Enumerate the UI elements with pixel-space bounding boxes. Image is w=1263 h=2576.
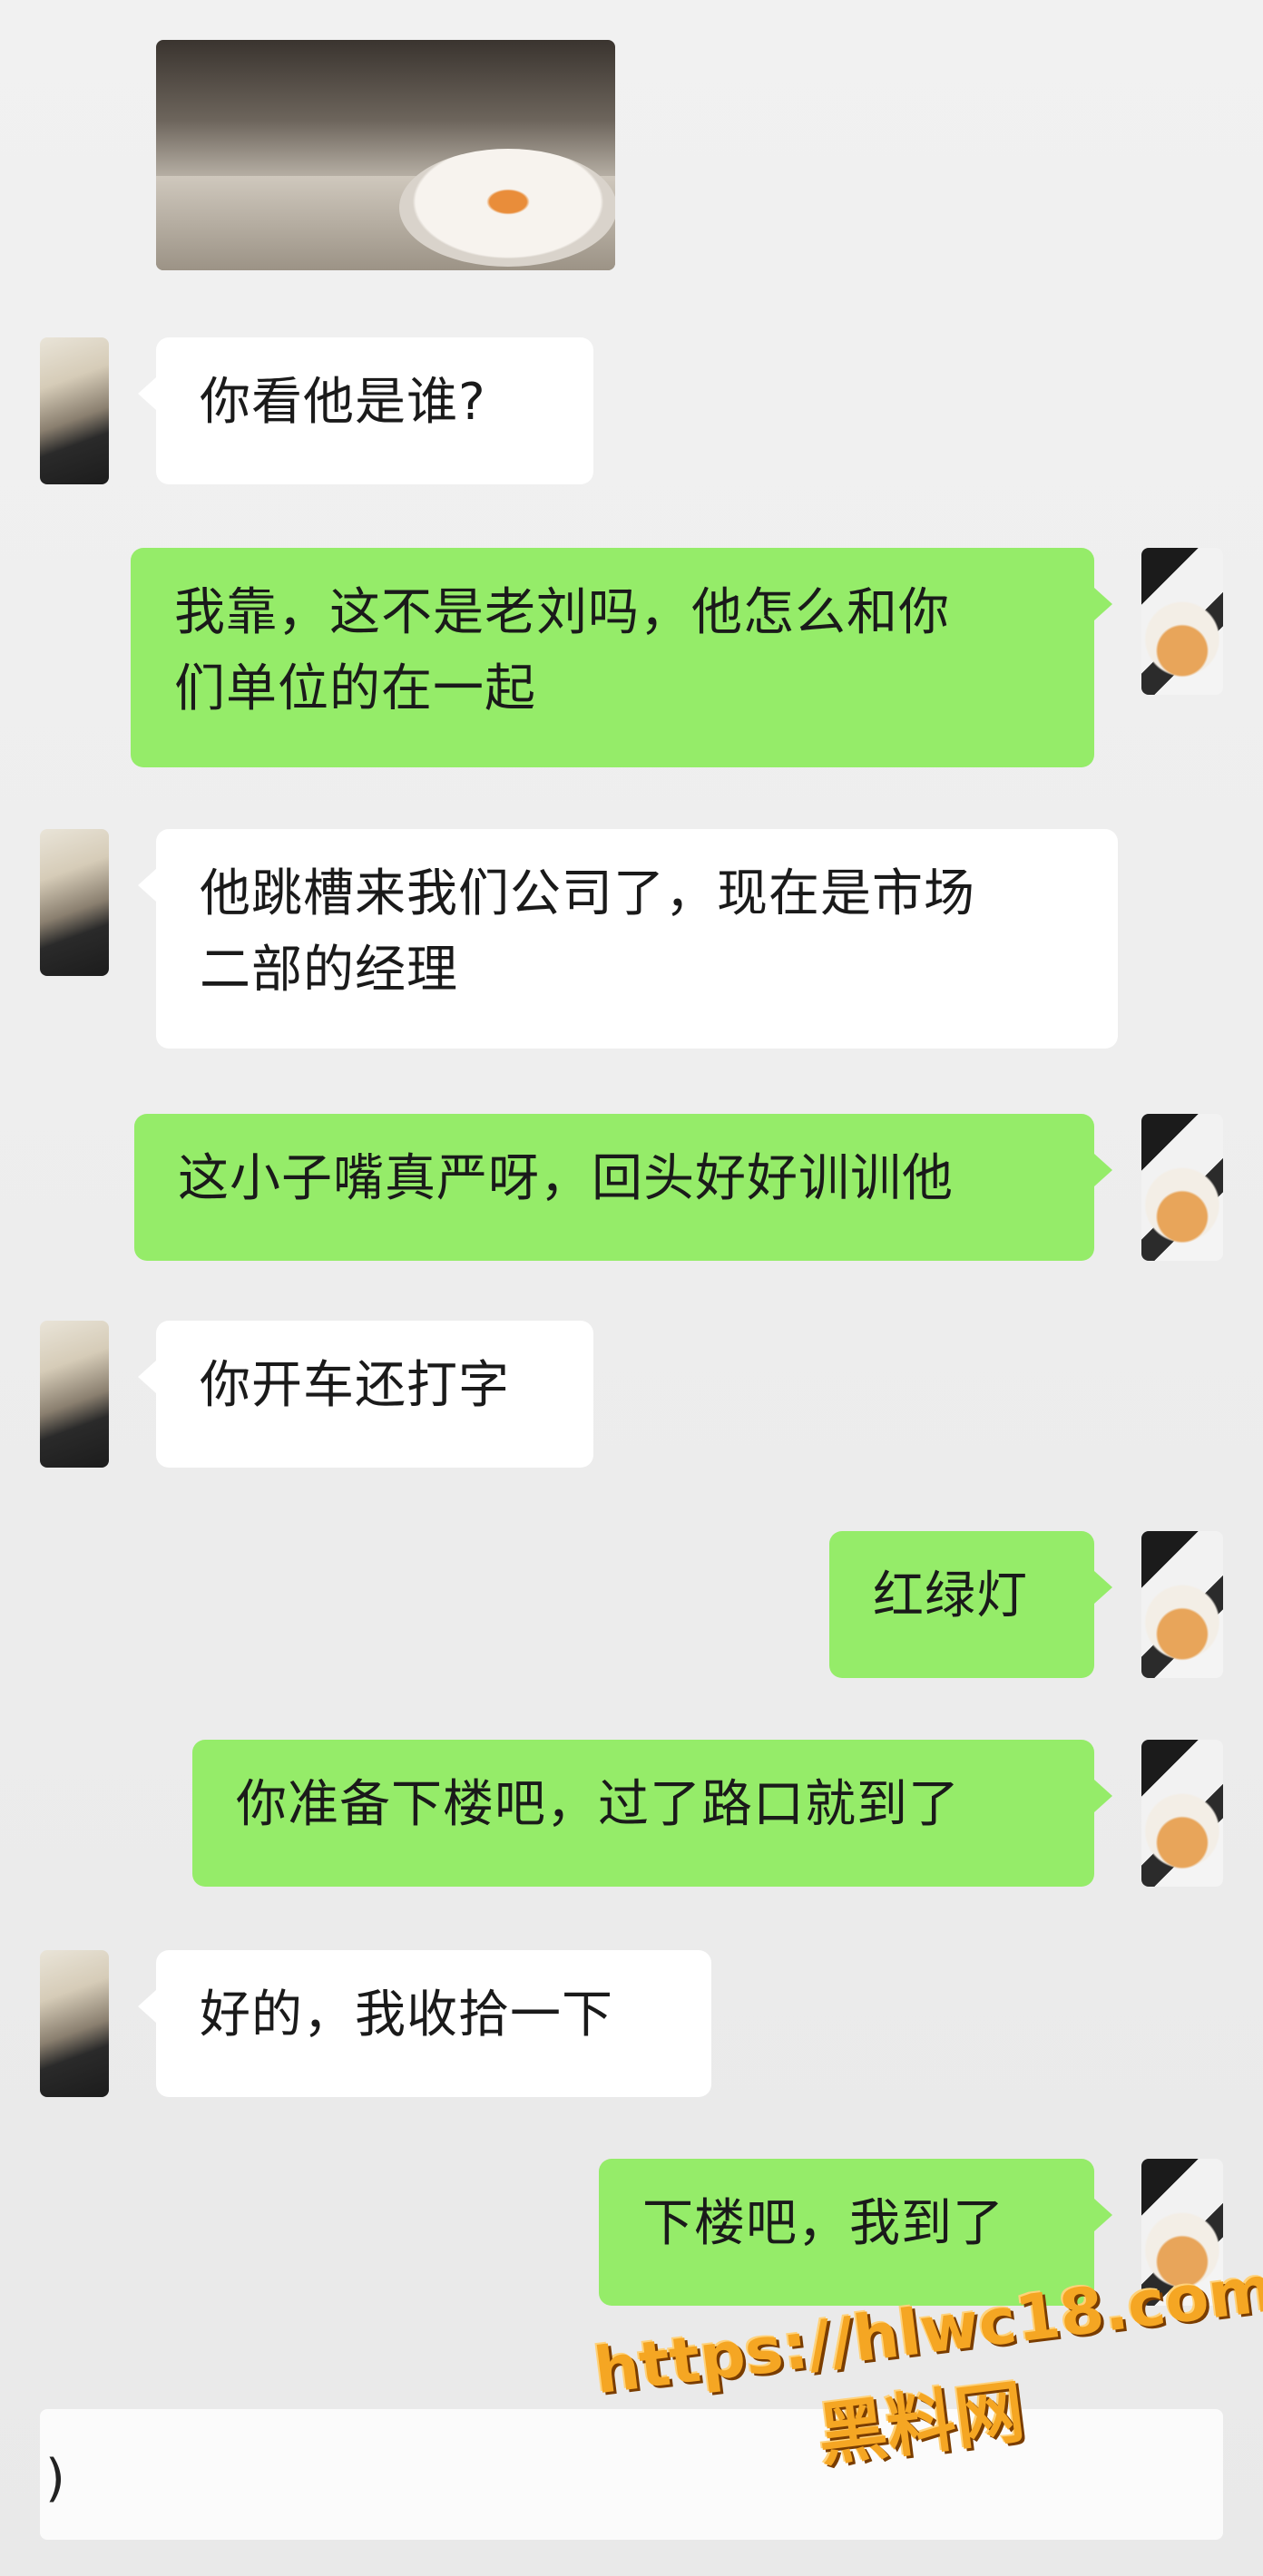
photo-plate [399,149,615,267]
shared-photo-message[interactable] [156,40,615,270]
contact-avatar[interactable] [40,829,109,976]
message-bubble-outgoing[interactable]: 这小子嘴真严呀，回头好好训训他 [134,1114,1112,1261]
user-avatar[interactable] [1141,1114,1223,1261]
message-bubble-incoming[interactable]: 你开车还打字 [138,1321,593,1468]
user-avatar[interactable] [1141,548,1223,695]
message-bubble-incoming[interactable]: 他跳槽来我们公司了，现在是市场 二部的经理 [138,829,1118,1049]
message-bubble-incoming[interactable]: 好的，我收拾一下 [138,1950,711,2097]
contact-avatar[interactable] [40,1321,109,1468]
user-avatar[interactable] [1141,1531,1223,1678]
contact-avatar[interactable] [40,337,109,484]
chat-view: 你看他是谁? 我靠，这不是老刘吗，他怎么和你 们单位的在一起 他跳槽来我们公司了… [0,0,1263,2576]
input-cursor: ) [45,2449,65,2508]
message-bubble-outgoing[interactable]: 你准备下楼吧，过了路口就到了 [192,1740,1112,1887]
message-bubble-incoming[interactable]: 你看他是谁? [138,337,593,484]
user-avatar[interactable] [1141,1740,1223,1887]
message-bubble-outgoing[interactable]: 红绿灯 [829,1531,1112,1678]
message-bubble-outgoing[interactable]: 我靠，这不是老刘吗，他怎么和你 们单位的在一起 [131,548,1112,767]
contact-avatar[interactable] [40,1950,109,2097]
